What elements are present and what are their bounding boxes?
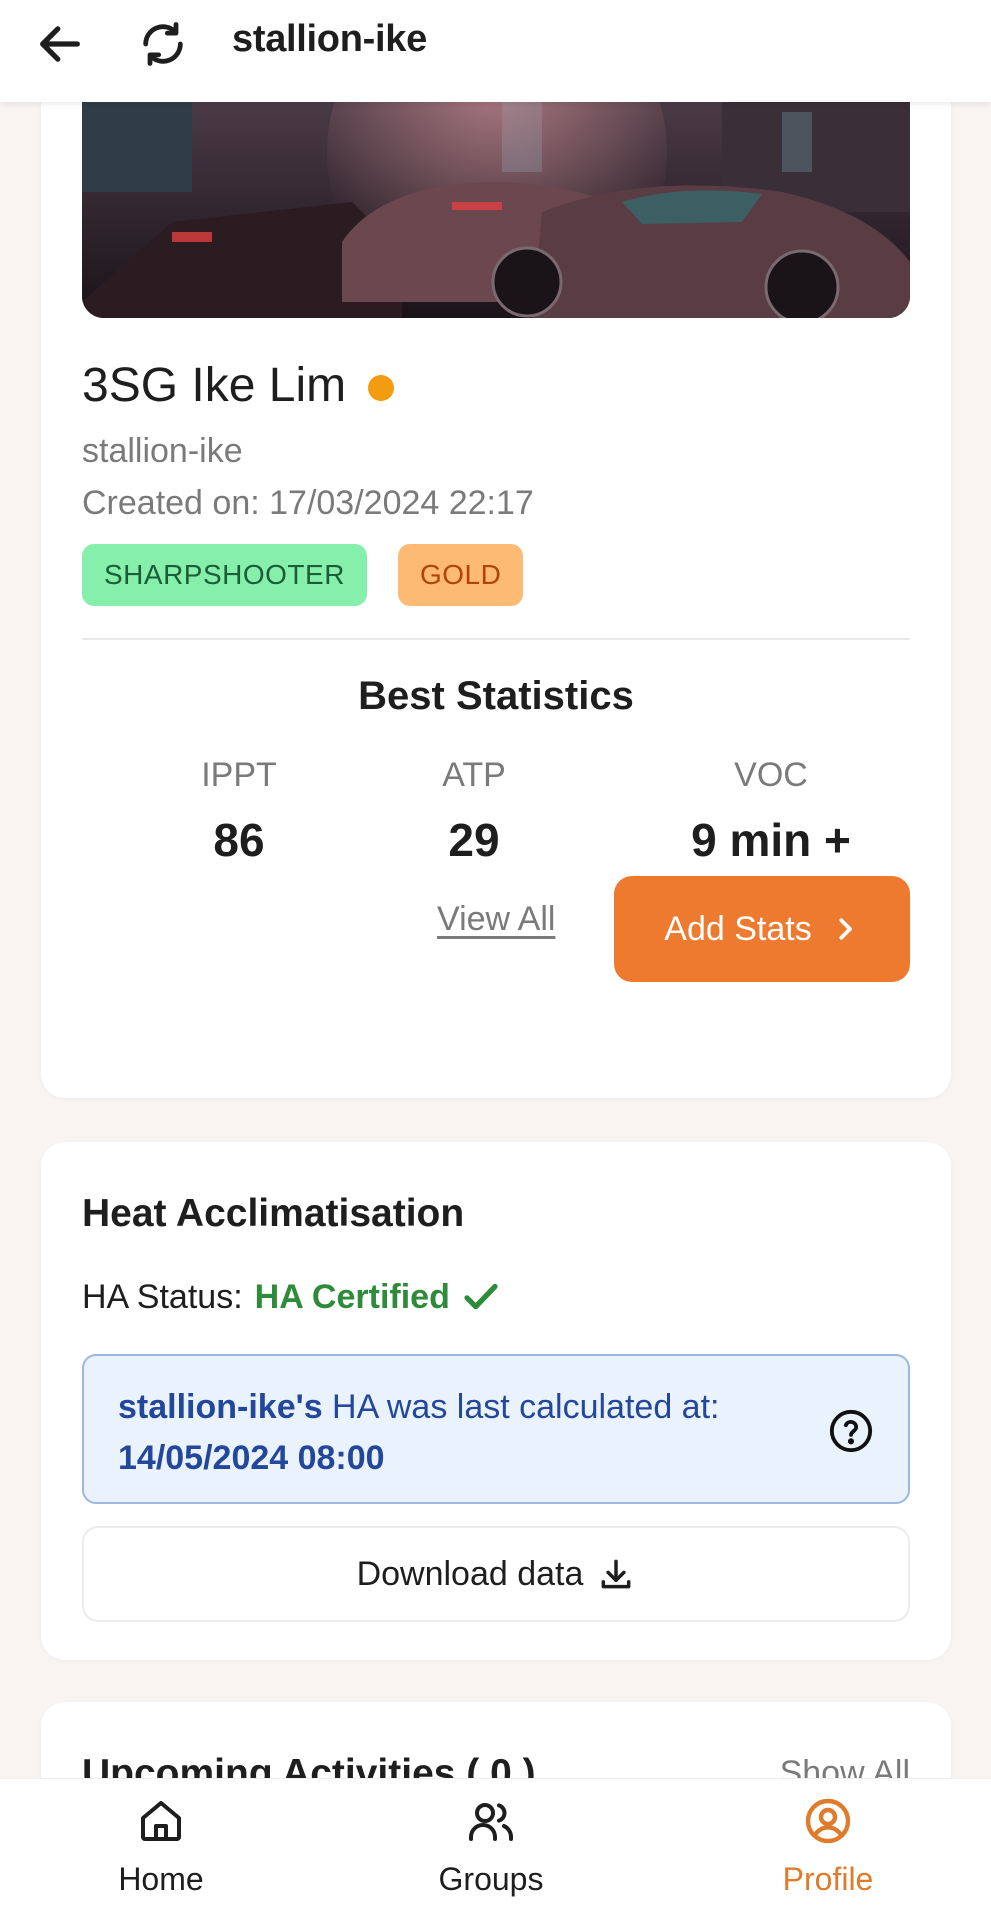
divider [82, 638, 910, 640]
add-stats-label: Add Stats [664, 909, 812, 948]
created-on: Created on: 17/03/2024 22:17 [82, 484, 534, 523]
profile-username: stallion-ike [82, 432, 243, 470]
badge-gold: GOLD [397, 544, 524, 606]
stat-ippt: IPPT 86 [151, 756, 327, 867]
ha-info-user: stallion-ike's [118, 1388, 323, 1426]
upcoming-activities-card: Upcoming Activities ( 0 ) Show All [41, 1702, 951, 1778]
view-all-link[interactable]: View All [437, 900, 555, 939]
heat-acclimatisation-card: Heat Acclimatisation HA Status: HA Certi… [41, 1142, 951, 1660]
check-icon [464, 1283, 498, 1310]
chevron-right-icon [839, 918, 852, 940]
profile-name: 3SG Ike Lim [82, 359, 347, 412]
upcoming-activities-title: Upcoming Activities ( 0 ) [82, 1752, 536, 1778]
ha-title: Heat Acclimatisation [82, 1192, 465, 1235]
scroll-content[interactable]: 3SG Ike Lim stallion-ike Created on: 17/… [0, 102, 991, 1778]
users-icon [469, 1803, 514, 1841]
top-app-bar: stallion-ike [0, 0, 991, 102]
ha-status-row: HA Status: HA Certified [82, 1276, 502, 1318]
ha-status-label: HA Status: [82, 1277, 243, 1316]
show-all-link[interactable]: Show All [780, 1754, 910, 1778]
nav-profile-label: Profile [782, 1861, 874, 1897]
best-statistics-title: Best Statistics [358, 674, 634, 718]
profile-banner-image [82, 102, 910, 318]
download-data-button[interactable]: Download data [82, 1526, 910, 1622]
bottom-navigation: Home Groups Profile [0, 1778, 991, 1920]
page-title: stallion-ike [232, 18, 427, 60]
nav-groups[interactable]: Groups [430, 1797, 552, 1898]
arrow-left-icon[interactable] [34, 18, 86, 70]
created-label: Created on: [82, 484, 260, 522]
stat-atp: ATP 29 [407, 756, 541, 867]
ha-info-date: 14/05/2024 08:00 [118, 1439, 385, 1477]
ha-info-box: stallion-ike's HA was last calculated at… [82, 1354, 910, 1504]
ha-status-value: HA Certified [254, 1277, 450, 1316]
nav-home[interactable]: Home [100, 1797, 222, 1898]
stat-label: VOC [734, 756, 808, 794]
nav-home-label: Home [118, 1861, 204, 1897]
add-stats-button[interactable]: Add Stats [614, 876, 910, 982]
nav-groups-label: Groups [438, 1861, 544, 1897]
profile-name-row: 3SG Ike Lim [82, 358, 395, 413]
user-circle-icon [805, 1798, 851, 1844]
created-date: 17/03/2024 22:17 [269, 484, 534, 522]
download-icon [601, 1559, 631, 1589]
stat-voc: VOC 9 min + [661, 756, 881, 867]
profile-card: 3SG Ike Lim stallion-ike Created on: 17/… [41, 102, 951, 1098]
stat-value: 86 [213, 814, 265, 866]
stat-label: ATP [442, 756, 506, 794]
home-icon [141, 1801, 181, 1841]
badge-sharpshooter: SHARPSHOOTER [82, 544, 367, 606]
download-data-label: Download data [356, 1554, 584, 1593]
badge-list: SHARPSHOOTER GOLD [82, 544, 524, 606]
ha-info-text: HA was last calculated at: [322, 1388, 720, 1426]
online-status-dot [368, 374, 395, 401]
stat-label: IPPT [201, 756, 277, 794]
refresh-icon[interactable] [137, 18, 189, 70]
help-icon[interactable] [828, 1408, 874, 1454]
nav-profile[interactable]: Profile [766, 1797, 890, 1898]
stat-value: 9 min + [691, 814, 851, 866]
stat-value: 29 [448, 814, 500, 866]
